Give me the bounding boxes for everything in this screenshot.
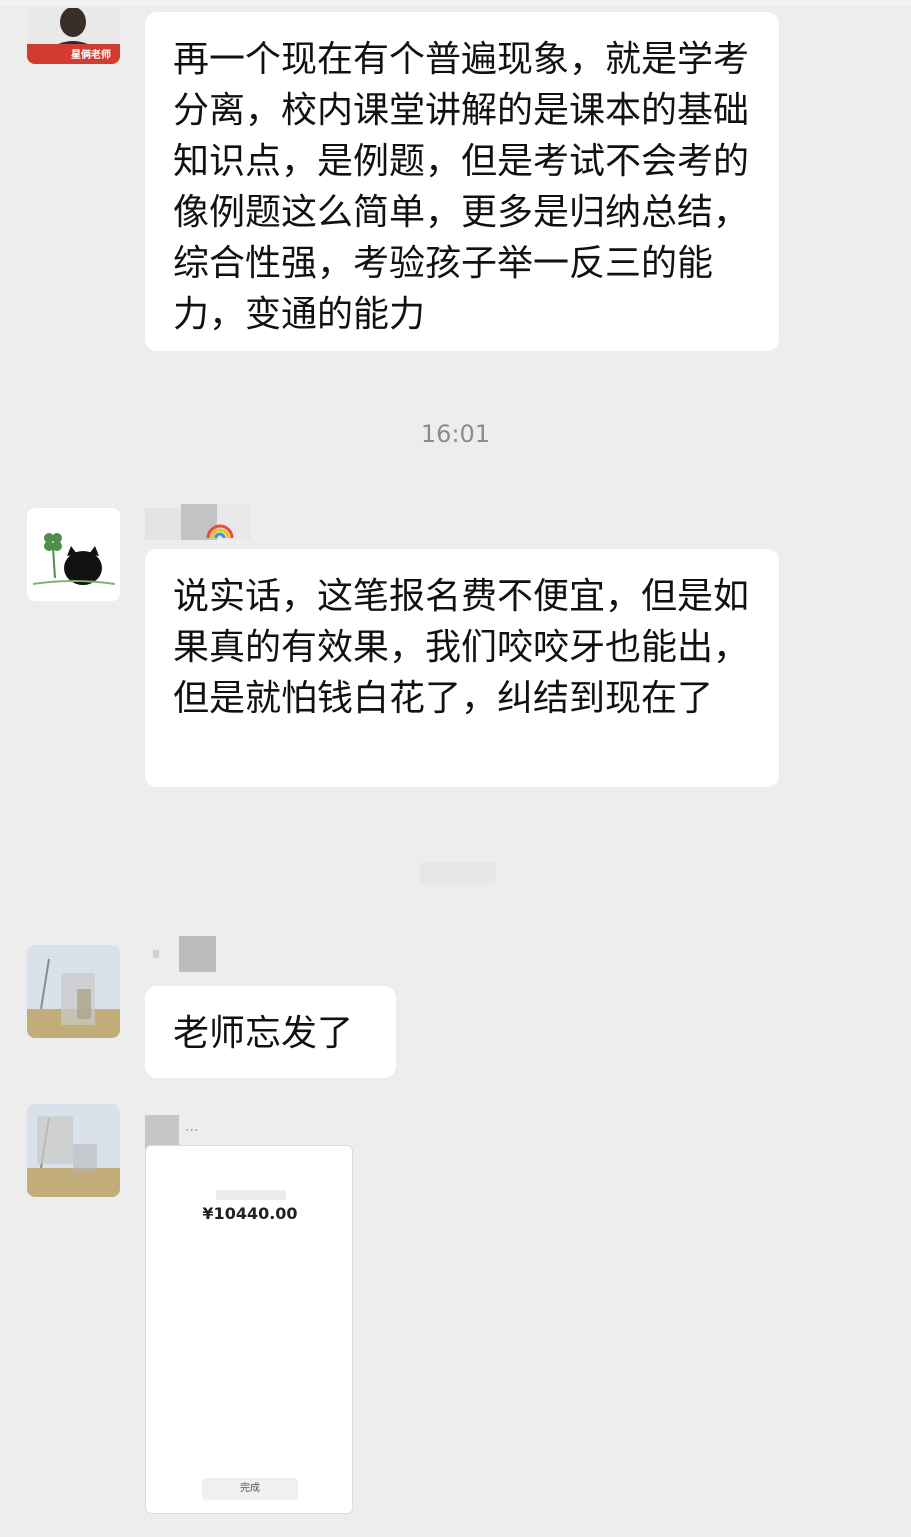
field-photo-2 bbox=[27, 1104, 120, 1197]
message-bubble-1[interactable]: 再一个现在有个普遍现象，就是学考分离，校内课堂讲解的是课本的基础知识点，是例题，… bbox=[145, 12, 779, 351]
payment-done-button[interactable]: 完成 bbox=[202, 1478, 298, 1500]
field-photo bbox=[27, 945, 120, 1038]
message-bubble-2[interactable]: 说实话，这笔报名费不便宜，但是如果真的有效果，我们咬咬牙也能出，但是就怕钱白花了… bbox=[145, 549, 779, 787]
message-text-1: 再一个现在有个普遍现象，就是学考分离，校内课堂讲解的是课本的基础知识点，是例题，… bbox=[173, 39, 750, 335]
message-text-2: 说实话，这笔报名费不便宜，但是如果真的有效果，我们咬咬牙也能出，但是就怕钱白花了… bbox=[173, 576, 750, 719]
teacher-avatar-caption: 星俩老师 bbox=[71, 50, 111, 61]
payment-caption-blurred bbox=[216, 1190, 286, 1200]
blurred-timestamp bbox=[420, 862, 496, 884]
top-strip bbox=[0, 0, 911, 6]
parent-avatar-2[interactable] bbox=[27, 945, 120, 1038]
sender-name-blurred-2 bbox=[145, 936, 225, 972]
payment-card[interactable]: ¥10440.00 完成 bbox=[145, 1145, 353, 1514]
parent-avatar-1[interactable] bbox=[27, 508, 120, 601]
parent-avatar-3[interactable] bbox=[27, 1104, 120, 1197]
message-text-3: 老师忘发了 bbox=[173, 1013, 354, 1054]
sender-name-blurred bbox=[145, 504, 255, 540]
sender-suffix: ... bbox=[185, 1119, 199, 1135]
teacher-avatar[interactable]: 星俩老师 bbox=[27, 8, 120, 64]
message-bubble-3[interactable]: 老师忘发了 bbox=[145, 986, 396, 1078]
payment-amount: ¥10440.00 bbox=[202, 1204, 298, 1223]
timestamp: 16:01 bbox=[420, 420, 491, 448]
clover-cat-icon bbox=[27, 508, 120, 601]
rainbow-icon bbox=[206, 524, 234, 539]
